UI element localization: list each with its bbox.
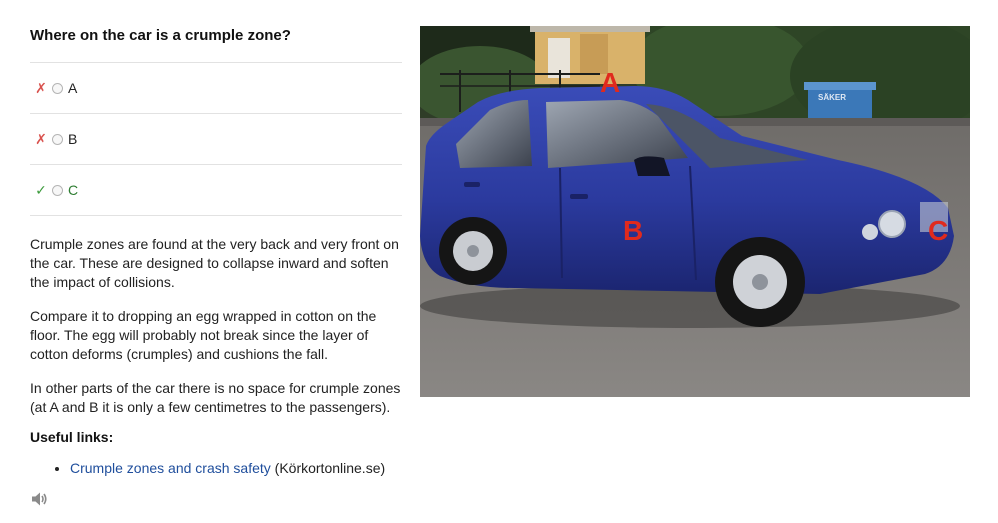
option-a[interactable]: ✗ A bbox=[30, 63, 402, 114]
question-title: Where on the car is a crumple zone? bbox=[30, 27, 291, 44]
explanation-paragraph-3: In other parts of the car there is no sp… bbox=[30, 380, 401, 415]
explanation-paragraph-2: Compare it to dropping an egg wrapped in… bbox=[30, 308, 377, 362]
list-item: Crumple zones and crash safety (Körkorto… bbox=[70, 459, 385, 477]
wrong-mark-icon: ✗ bbox=[35, 130, 47, 147]
link-source: (Körkortonline.se) bbox=[274, 460, 386, 476]
marker-b: B bbox=[623, 215, 643, 246]
useful-links-title: Useful links: bbox=[30, 429, 114, 445]
option-c[interactable]: ✓ C bbox=[30, 165, 402, 216]
option-a-label: A bbox=[68, 80, 78, 96]
crumple-zones-link[interactable]: Crumple zones and crash safety bbox=[70, 460, 271, 476]
option-b-radio[interactable] bbox=[52, 133, 63, 145]
answer-options: ✗ A ✗ B ✓ C bbox=[30, 62, 402, 216]
car-photo: SÄKER A B C bbox=[420, 26, 970, 397]
option-a-radio[interactable] bbox=[52, 82, 63, 94]
useful-links-list: Crumple zones and crash safety (Körkorto… bbox=[52, 459, 385, 477]
option-b[interactable]: ✗ B bbox=[30, 114, 402, 165]
wrong-mark-icon: ✗ bbox=[35, 79, 47, 96]
option-c-label: C bbox=[68, 182, 79, 198]
marker-c: C bbox=[928, 215, 948, 246]
option-b-label: B bbox=[68, 131, 78, 147]
explanation: Crumple zones are found at the very back… bbox=[30, 235, 408, 432]
marker-a: A bbox=[600, 67, 620, 98]
bin-sign-text: SÄKER bbox=[818, 93, 846, 102]
speaker-icon[interactable] bbox=[30, 490, 48, 508]
option-c-radio[interactable] bbox=[52, 184, 63, 196]
correct-mark-icon: ✓ bbox=[35, 181, 47, 198]
explanation-paragraph-1: Crumple zones are found at the very back… bbox=[30, 236, 399, 290]
